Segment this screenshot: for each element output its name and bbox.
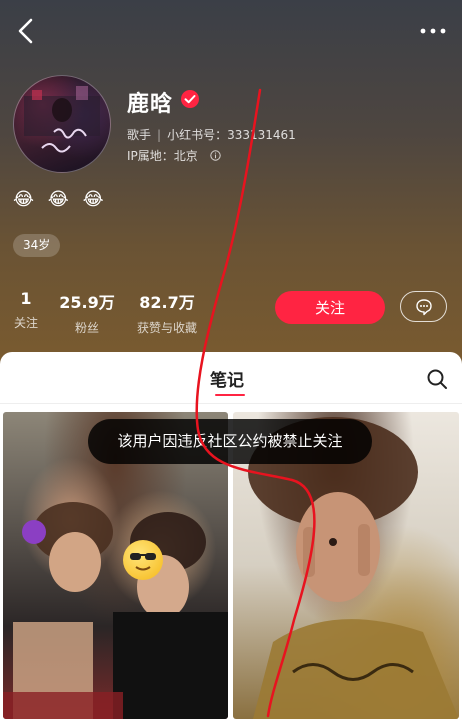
laughing-emoji: 😂 [82, 189, 108, 210]
avatar-image [24, 86, 100, 153]
laughing-emoji: 😂 [47, 189, 73, 210]
devil-emoji-icon [22, 520, 46, 544]
ip-label: IP属地： [127, 149, 174, 163]
back-icon[interactable] [12, 16, 40, 46]
occupation-id-line: 歌手 | 小红书号：333131461 [127, 128, 296, 142]
nickname: 鹿晗 [127, 92, 174, 117]
stat-label: 关注 [13, 316, 38, 330]
follow-button[interactable]: 关注 [275, 291, 385, 324]
occupation: 歌手 [127, 128, 152, 142]
stat-likes-collects[interactable]: 82.7万 获赞与收藏 [133, 289, 201, 336]
stat-value: 25.9万 [59, 293, 115, 312]
profile-header: 鹿晗 歌手 | 小红书号：333131461 IP属地：北京 😂 😂 😂 34岁 1… [0, 0, 462, 380]
verified-icon [181, 90, 199, 108]
avatar[interactable] [13, 75, 111, 173]
sunglasses-emoji-icon [123, 540, 163, 580]
tab-notes[interactable]: 笔记 [210, 366, 244, 391]
stat-value: 1 [20, 289, 32, 308]
laughing-emoji: 😂 [13, 189, 39, 210]
search-icon[interactable] [426, 368, 448, 390]
chat-button[interactable] [400, 291, 447, 322]
id-value[interactable]: 333131461 [227, 128, 296, 142]
tab-active-indicator [215, 394, 245, 396]
id-label: 小红书号： [167, 128, 228, 142]
stat-following[interactable]: 1 关注 [12, 289, 40, 331]
info-icon[interactable] [209, 150, 221, 161]
more-icon[interactable] [418, 22, 448, 40]
ip-value: 北京 [173, 149, 198, 163]
stat-value: 82.7万 [139, 293, 195, 312]
age-tag: 34岁 [13, 234, 61, 257]
stat-label: 粉丝 [74, 321, 99, 335]
ip-location-line: IP属地：北京 [127, 147, 221, 164]
stat-followers[interactable]: 25.9万 粉丝 [56, 289, 118, 336]
tab-divider [0, 403, 462, 404]
notes-section: 笔记 [0, 352, 462, 719]
toast-message: 该用户因违反社区公约被禁止关注 [88, 419, 372, 464]
chat-bubble-icon [415, 298, 432, 315]
stat-label: 获赞与收藏 [136, 321, 197, 335]
bio: 😂 😂 😂 [13, 189, 108, 210]
